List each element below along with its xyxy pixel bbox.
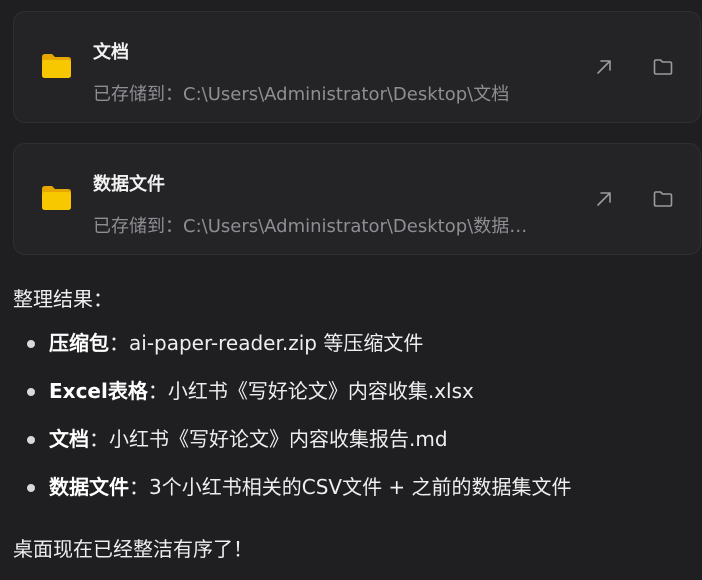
card-path: 已存储到：C:\Users\Administrator\Desktop\数据… [93,216,528,237]
item-label: 压缩包 [49,331,109,355]
closing-message: 桌面现在已经整洁有序了！ [13,537,253,561]
folder-outline-icon[interactable] [652,188,674,210]
open-external-icon[interactable] [593,188,615,210]
item-label: 文档 [49,427,89,451]
item-text: 小红书《写好论文》内容收集.xlsx [167,379,474,403]
results-list: 压缩包：ai-paper-reader.zip 等压缩文件 Excel表格：小红… [13,328,572,520]
item-separator: ： [147,379,168,403]
card-path: 已存储到：C:\Users\Administrator\Desktop\文档 [93,84,510,105]
folder-card-data-files[interactable]: 数据文件 已存储到：C:\Users\Administrator\Desktop… [13,143,701,255]
folder-outline-icon[interactable] [652,56,674,78]
item-separator: ： [89,427,109,451]
open-external-icon[interactable] [593,56,615,78]
list-item: 压缩包：ai-paper-reader.zip 等压缩文件 [13,328,572,376]
item-text: 小红书《写好论文》内容收集报告.md [109,427,448,451]
bullet-dot [27,484,35,492]
item-separator: ： [129,475,149,499]
bullet-dot [27,340,35,348]
bullet-dot [27,436,35,444]
list-item: Excel表格：小红书《写好论文》内容收集.xlsx [13,376,572,424]
folder-icon [42,186,71,210]
card-title: 数据文件 [93,174,165,195]
card-title: 文档 [93,42,129,63]
folder-icon [42,54,71,78]
item-label: 数据文件 [49,475,129,499]
summary-title: 整理结果： [13,287,113,311]
list-item: 数据文件：3个小红书相关的CSV文件 + 之前的数据集文件 [13,472,572,520]
list-item: 文档：小红书《写好论文》内容收集报告.md [13,424,572,472]
item-text: ai-paper-reader.zip 等压缩文件 [129,331,424,355]
bullet-dot [27,388,35,396]
folder-card-documents[interactable]: 文档 已存储到：C:\Users\Administrator\Desktop\文… [13,11,701,123]
item-separator: ： [109,331,129,355]
item-text: 3个小红书相关的CSV文件 + 之前的数据集文件 [149,475,572,499]
item-label: Excel表格 [49,379,148,403]
